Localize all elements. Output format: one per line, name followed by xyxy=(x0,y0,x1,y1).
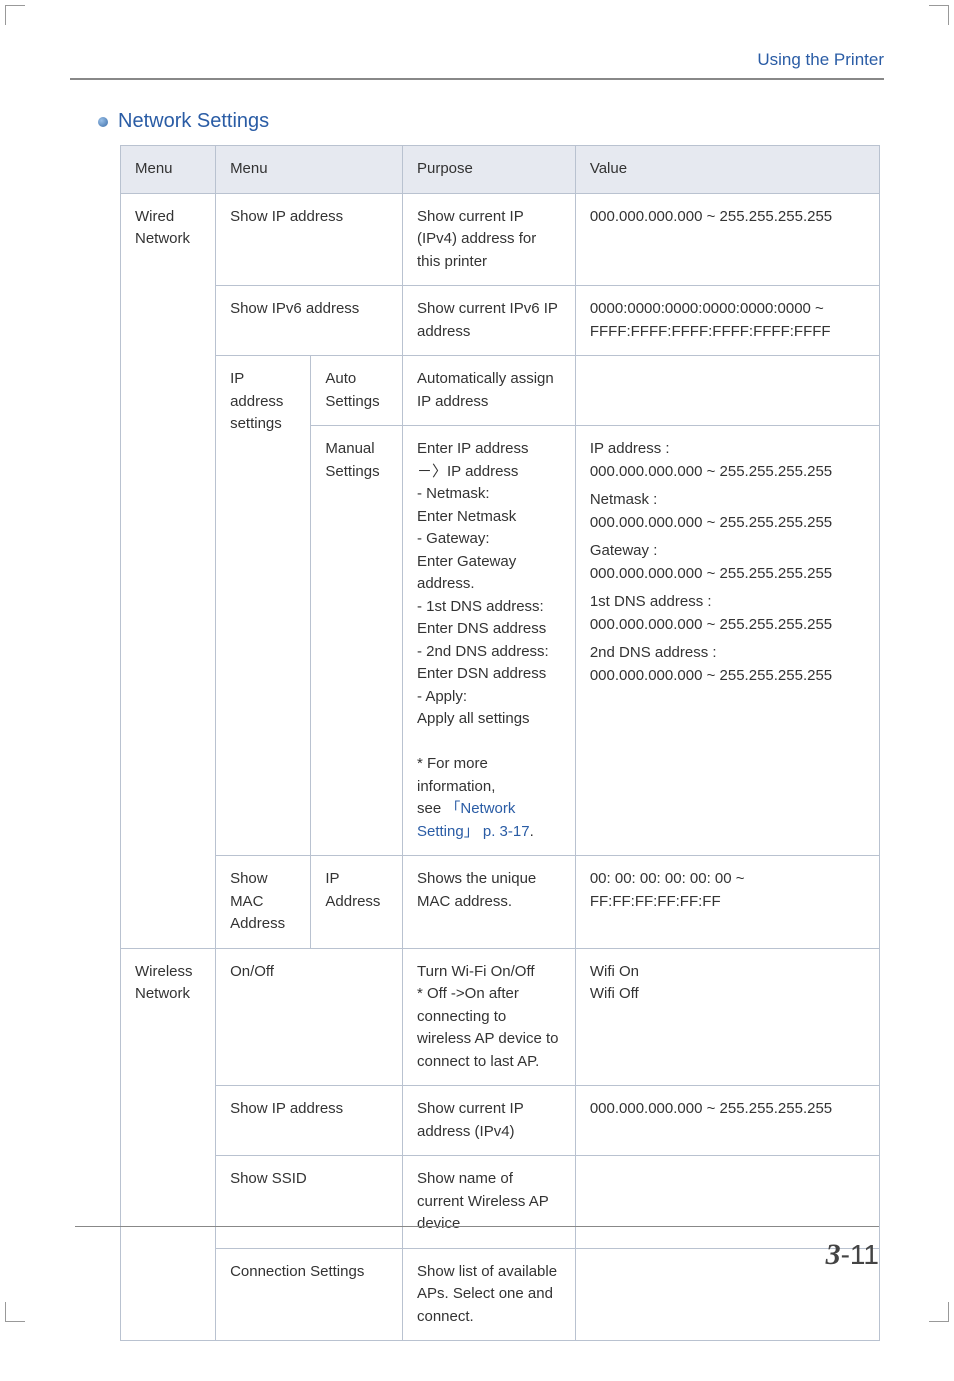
table-row: Wired Network Show IP address Show curre… xyxy=(121,193,880,286)
col-header-menu1: Menu xyxy=(121,146,216,194)
crop-mark xyxy=(5,5,25,25)
cell-value: Wifi On Wifi Off xyxy=(575,948,879,1086)
cell-value-manual: IP address :000.000.000.000 ~ 255.255.25… xyxy=(575,426,879,856)
cell-purpose: Shows the unique MAC address. xyxy=(403,856,576,949)
cell-value: 0000:0000:0000:0000:0000:0000 ~ FFFF:FFF… xyxy=(575,286,879,356)
table-row: Show IP address Show current IP address … xyxy=(121,1086,880,1156)
table-row: Wireless Network On/Off Turn Wi-Fi On/Of… xyxy=(121,948,880,1086)
cell-show-ssid: Show SSID xyxy=(216,1156,403,1249)
cell-wired-network: Wired Network xyxy=(121,193,216,948)
cell-purpose: Show current IPv6 IP address xyxy=(403,286,576,356)
cell-manual-settings: Manual Settings xyxy=(311,426,403,856)
network-settings-table: Menu Menu Purpose Value Wired Network Sh… xyxy=(120,145,880,1341)
cell-value xyxy=(575,356,879,426)
page-suffix: -11 xyxy=(841,1239,879,1270)
cell-mac-sub: IP Address xyxy=(311,856,403,949)
footer-rule xyxy=(75,1226,879,1227)
cell-purpose: Turn Wi-Fi On/Off* Off ->On after connec… xyxy=(403,948,576,1086)
breadcrumb: Using the Printer xyxy=(70,50,884,80)
cell-show-ip: Show IP address xyxy=(216,193,403,286)
cell-wireless-network: Wireless Network xyxy=(121,948,216,1341)
table-row: Show MAC Address IP Address Shows the un… xyxy=(121,856,880,949)
cell-value: 00: 00: 00: 00: 00: 00 ~ FF:FF:FF:FF:FF:… xyxy=(575,856,879,949)
cell-wireless-show-ip: Show IP address xyxy=(216,1086,403,1156)
cell-value xyxy=(575,1156,879,1249)
cell-purpose: Automatically assign IP address xyxy=(403,356,576,426)
table-row: Show SSID Show name of current Wireless … xyxy=(121,1156,880,1249)
cell-show-mac: Show MAC Address xyxy=(216,856,311,949)
col-header-menu2: Menu xyxy=(216,146,403,194)
page-number: 3-11 xyxy=(826,1238,879,1272)
cell-auto-settings: Auto Settings xyxy=(311,356,403,426)
cell-onoff: On/Off xyxy=(216,948,403,1086)
cell-purpose: Show current IP address (IPv4) xyxy=(403,1086,576,1156)
section-title-text: Network Settings xyxy=(118,110,269,133)
cell-value: 000.000.000.000 ~ 255.255.255.255 xyxy=(575,193,879,286)
table-row: Show IPv6 address Show current IPv6 IP a… xyxy=(121,286,880,356)
cell-purpose: Show name of current Wireless AP device xyxy=(403,1156,576,1249)
cell-ip-settings: IP address settings xyxy=(216,356,311,856)
link-network-setting[interactable]: 「Network Setting」 p. 3-17 xyxy=(417,800,530,840)
col-header-purpose: Purpose xyxy=(403,146,576,194)
cell-purpose-manual: Enter IP address－〉IP address- Netmask:En… xyxy=(403,426,576,856)
section-heading: Network Settings xyxy=(98,110,884,133)
table-row: IP address settings Auto Settings Automa… xyxy=(121,356,880,426)
bullet-icon xyxy=(98,117,108,127)
cell-show-ipv6: Show IPv6 address xyxy=(216,286,403,356)
cell-purpose: Show current IP (IPv4) address for this … xyxy=(403,193,576,286)
chapter-number: 3 xyxy=(826,1238,841,1271)
crop-mark xyxy=(929,5,949,25)
col-header-value: Value xyxy=(575,146,879,194)
crop-mark xyxy=(5,1302,25,1322)
crop-mark xyxy=(929,1302,949,1322)
cell-value: 000.000.000.000 ~ 255.255.255.255 xyxy=(575,1086,879,1156)
